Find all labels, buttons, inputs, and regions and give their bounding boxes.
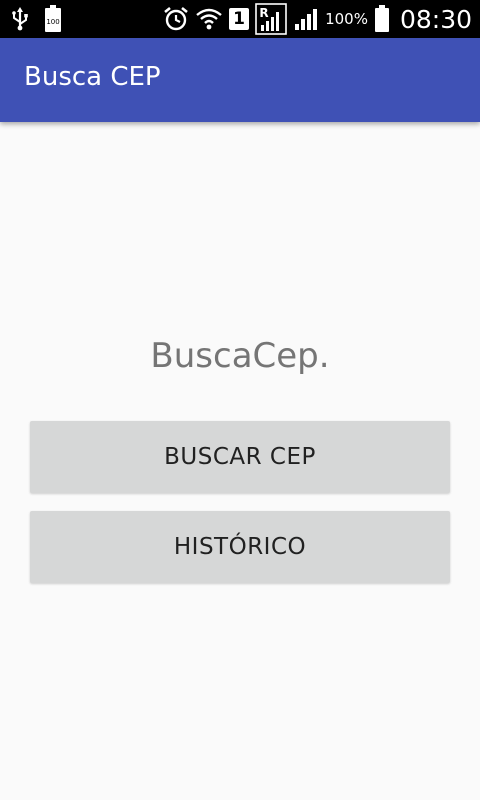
roaming-signal-icon: R — [255, 3, 287, 35]
historico-button[interactable]: HISTÓRICO — [30, 511, 450, 583]
status-bar: 100 1 R 100% 08:30 — [0, 0, 480, 38]
wifi-icon — [195, 6, 223, 32]
status-bar-right: 1 R 100% 08:30 — [163, 0, 472, 38]
buscar-cep-button[interactable]: BUSCAR CEP — [30, 421, 450, 493]
svg-text:R: R — [259, 6, 268, 20]
clock: 08:30 — [399, 4, 472, 34]
battery-saver-label: 100 — [46, 18, 59, 26]
sim-icon: 1 — [229, 8, 250, 30]
signal-icon — [293, 6, 319, 32]
usb-icon — [10, 7, 30, 31]
page-heading: BuscaCep. — [150, 336, 330, 376]
battery-percent: 100% — [325, 10, 368, 28]
status-bar-left: 100 — [10, 0, 62, 38]
app-bar: Busca CEP — [0, 38, 480, 122]
battery-saver-icon: 100 — [44, 5, 62, 33]
app-title: Busca CEP — [24, 62, 161, 92]
alarm-icon — [163, 6, 189, 32]
battery-icon — [374, 5, 390, 33]
